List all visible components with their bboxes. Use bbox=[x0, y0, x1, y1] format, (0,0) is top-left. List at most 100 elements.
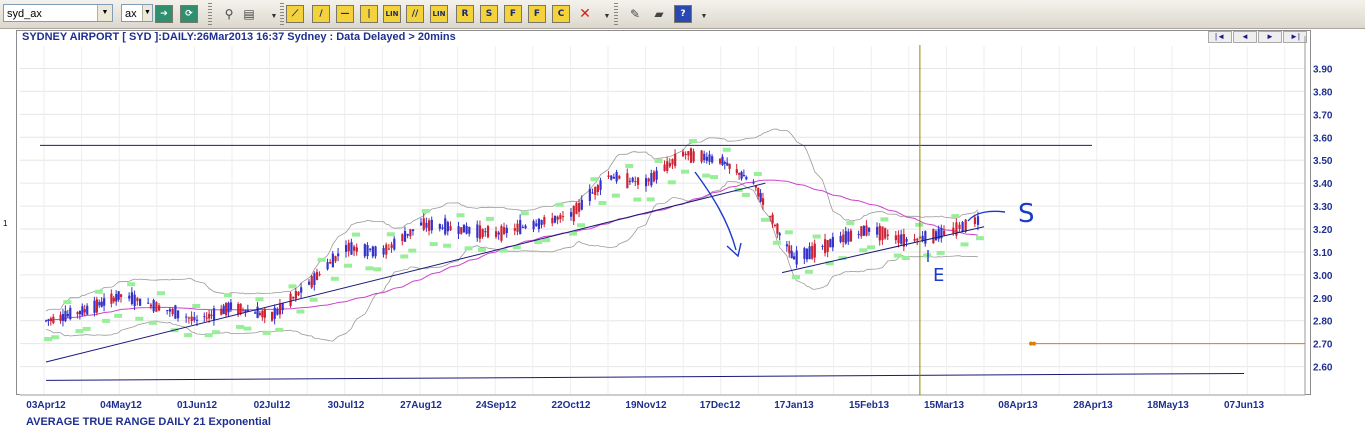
candle-body bbox=[166, 310, 169, 312]
candle-body bbox=[615, 171, 618, 182]
y-tick-label: 3.50 bbox=[1313, 156, 1333, 167]
candle-body bbox=[273, 307, 276, 319]
candle-body bbox=[881, 226, 884, 240]
candle-body bbox=[521, 226, 524, 228]
candle-body bbox=[561, 216, 565, 218]
candle-body bbox=[634, 181, 637, 183]
candle-body bbox=[300, 287, 303, 293]
y-tick-label: 3.10 bbox=[1313, 248, 1333, 259]
candle-body bbox=[100, 301, 103, 307]
candle-body bbox=[465, 225, 468, 234]
candle-body bbox=[776, 223, 779, 234]
candle-body bbox=[752, 182, 755, 184]
candle-body bbox=[292, 297, 295, 299]
candle-body bbox=[297, 291, 300, 296]
x-tick-label: 17Jan13 bbox=[774, 400, 814, 411]
candle-body bbox=[719, 158, 722, 164]
candle-body bbox=[771, 214, 774, 224]
candle-body bbox=[239, 303, 242, 315]
candle-body bbox=[821, 245, 824, 247]
candle-body bbox=[139, 298, 142, 306]
candle-body bbox=[241, 309, 245, 311]
candle-body bbox=[345, 245, 348, 252]
candle-body bbox=[761, 198, 765, 205]
candle-body bbox=[551, 218, 554, 224]
candle-body bbox=[133, 294, 136, 307]
candle-body bbox=[374, 246, 377, 257]
candle-body bbox=[52, 316, 55, 324]
candle-body bbox=[294, 291, 297, 299]
x-tick-label: 27Aug12 bbox=[400, 400, 442, 411]
candle-body bbox=[403, 230, 407, 242]
candle-body bbox=[626, 173, 629, 189]
candle-body bbox=[387, 248, 391, 250]
candle-body bbox=[86, 305, 89, 315]
candle-body bbox=[254, 312, 257, 314]
y-tick-label: 3.00 bbox=[1313, 271, 1333, 282]
candle-body bbox=[682, 151, 685, 157]
candle-body bbox=[610, 175, 613, 180]
candle-body bbox=[738, 173, 741, 175]
candle-body bbox=[369, 248, 372, 250]
candle-body bbox=[422, 218, 425, 230]
candle-body bbox=[355, 247, 358, 252]
candle-body bbox=[278, 303, 282, 315]
candle-body bbox=[350, 242, 353, 255]
candle-body bbox=[844, 231, 847, 244]
candle-body bbox=[674, 153, 677, 167]
candle-body bbox=[334, 256, 337, 262]
x-tick-label: 22Oct12 bbox=[552, 400, 591, 411]
candle-body bbox=[318, 274, 321, 276]
candle-body bbox=[503, 227, 506, 234]
y-tick-label: 3.20 bbox=[1313, 225, 1333, 236]
candle-body bbox=[95, 299, 99, 313]
candle-body bbox=[441, 227, 444, 229]
candle-body bbox=[913, 238, 916, 241]
x-tick-label: 02Jul12 bbox=[254, 400, 291, 411]
candle-body bbox=[842, 234, 845, 242]
x-tick-label: 03Apr12 bbox=[26, 400, 66, 411]
candle-body bbox=[353, 246, 356, 251]
candle-body bbox=[49, 318, 53, 322]
y-tick-label: 3.40 bbox=[1313, 179, 1333, 190]
candle-body bbox=[130, 292, 134, 304]
candle-body bbox=[478, 225, 482, 239]
price-chart[interactable]: 2.60 2.70 2.80 2.90 3.00 3.10 3.20 3.30 3.40 3.50… bbox=[0, 0, 1365, 426]
candle-body bbox=[128, 295, 131, 299]
candle-body bbox=[438, 223, 441, 229]
candle-body bbox=[47, 319, 50, 321]
candle-body bbox=[371, 246, 374, 257]
candle-body bbox=[973, 217, 977, 225]
candle-body bbox=[337, 253, 340, 257]
candle-body bbox=[655, 170, 658, 180]
candle-body bbox=[831, 237, 834, 248]
annotation-s: S bbox=[1018, 199, 1035, 229]
candle-body bbox=[666, 161, 669, 171]
y-tick-label: 3.30 bbox=[1313, 202, 1333, 213]
candle-body bbox=[229, 302, 233, 310]
candle-body bbox=[115, 294, 118, 302]
candle-body bbox=[446, 222, 449, 232]
candle-body bbox=[393, 238, 396, 250]
candle-body bbox=[757, 187, 760, 197]
candle-body bbox=[708, 154, 711, 162]
candle-body bbox=[924, 231, 927, 244]
candle-body bbox=[168, 309, 172, 312]
candle-body bbox=[742, 174, 746, 177]
candle-body bbox=[457, 226, 460, 235]
y-tick-label: 2.90 bbox=[1313, 294, 1333, 305]
candle-body bbox=[537, 218, 541, 230]
candle-body bbox=[401, 234, 404, 242]
candle-body bbox=[594, 186, 597, 195]
candle-body bbox=[155, 302, 158, 312]
candle-body bbox=[894, 235, 897, 241]
lower-panel-title: AVERAGE TRUE RANGE DAILY 21 Exponential bbox=[26, 416, 271, 428]
candle-body bbox=[366, 244, 369, 257]
candle-body bbox=[934, 231, 938, 241]
candle-body bbox=[808, 246, 811, 260]
candle-body bbox=[78, 310, 82, 315]
candle-body bbox=[647, 178, 650, 182]
candle-body bbox=[916, 238, 919, 241]
candle-body bbox=[721, 156, 724, 165]
candle-body bbox=[505, 227, 508, 234]
